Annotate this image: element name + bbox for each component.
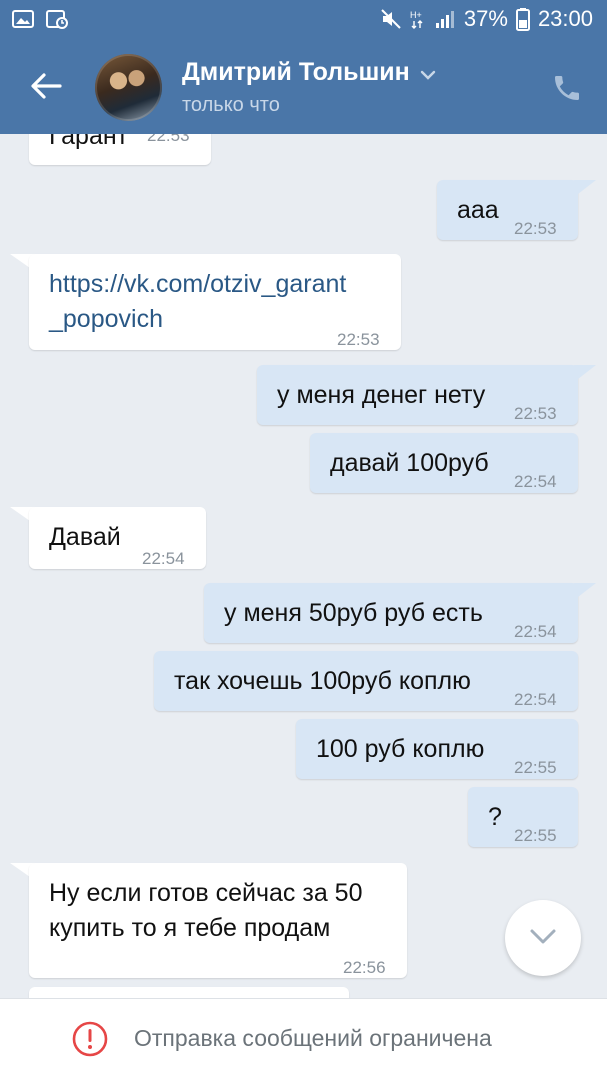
message-time: 22:54 xyxy=(142,549,185,568)
message-incoming[interactable]: https://vk.com/otziv_garant _popovich 22… xyxy=(29,254,401,350)
phone-icon[interactable] xyxy=(551,72,583,104)
chevron-down-icon xyxy=(420,58,436,87)
message-incoming[interactable] xyxy=(29,987,349,998)
exclamation-circle-icon xyxy=(72,1021,108,1057)
clock: 23:00 xyxy=(537,6,593,31)
mute-icon xyxy=(380,8,402,30)
message-time: 22:55 xyxy=(514,826,557,845)
message-link[interactable]: https://vk.com/otziv_garant _popovich xyxy=(49,270,346,333)
avatar[interactable] xyxy=(95,54,162,121)
chat-header: Дмитрий Тольшин только что xyxy=(0,40,607,134)
message-time: 22:55 xyxy=(514,758,557,777)
contact-status: только что xyxy=(182,94,280,116)
bubble-tail xyxy=(574,583,596,597)
message-time: 22:53 xyxy=(147,134,190,145)
battery-icon xyxy=(515,7,530,31)
gallery-notification-icon xyxy=(12,9,34,29)
message-text: у меня денег нету xyxy=(277,381,486,409)
message-time: 22:54 xyxy=(514,690,557,709)
message-text: купить то я тебе продам xyxy=(49,914,331,942)
svg-text:H+: H+ xyxy=(410,10,422,20)
message-outgoing[interactable]: у меня денег нету 22:53 xyxy=(257,365,578,425)
status-bar: H+ 37% 23:00 xyxy=(0,0,607,40)
arrow-left-icon[interactable] xyxy=(28,68,64,104)
chevron-down-icon xyxy=(529,928,557,951)
scroll-down-button[interactable] xyxy=(505,900,581,976)
bubble-tail xyxy=(574,180,596,194)
message-time: 22:54 xyxy=(514,622,557,641)
restriction-notice: Отправка сообщений ограничена xyxy=(134,1025,492,1051)
message-text: ? xyxy=(488,803,502,831)
message-text: Гарант xyxy=(49,134,129,150)
message-time: 22:53 xyxy=(514,404,557,423)
message-outgoing[interactable]: ааа 22:53 xyxy=(437,180,578,240)
message-outgoing[interactable]: так хочешь 100руб коплю 22:54 xyxy=(154,651,578,711)
network-hplus-icon: H+ xyxy=(410,8,426,30)
message-time: 22:53 xyxy=(514,219,557,238)
message-incoming[interactable]: Гарант 22:53 xyxy=(29,134,211,165)
screenshot-notification-icon xyxy=(46,9,68,29)
message-text: Ну если готов сейчас за 50 xyxy=(49,879,363,907)
battery-percent: 37% xyxy=(463,6,508,31)
message-time: 22:53 xyxy=(337,330,380,349)
message-text: Давай xyxy=(49,523,121,551)
message-text: 100 руб коплю xyxy=(316,735,485,763)
message-outgoing[interactable]: давай 100руб 22:54 xyxy=(310,433,578,493)
message-outgoing[interactable]: 100 руб коплю 22:55 xyxy=(296,719,578,779)
message-incoming[interactable]: Давай 22:54 xyxy=(29,507,206,569)
message-list[interactable]: Гарант 22:53 ааа 22:53 https://vk.com/ot… xyxy=(0,134,607,998)
message-time: 22:56 xyxy=(343,958,386,977)
message-text: ааа xyxy=(457,196,499,224)
message-time: 22:54 xyxy=(514,472,557,491)
message-text: у меня 50руб руб есть xyxy=(224,599,483,627)
message-incoming[interactable]: Ну если готов сейчас за 50 купить то я т… xyxy=(29,863,407,978)
messaging-restricted-bar: Отправка сообщений ограничена xyxy=(0,998,607,1081)
contact-name: Дмитрий Тольшин xyxy=(182,58,410,86)
message-outgoing[interactable]: ? 22:55 xyxy=(468,787,578,847)
signal-icon xyxy=(434,8,456,30)
contact-title[interactable]: Дмитрий Тольшин xyxy=(182,58,436,87)
message-outgoing[interactable]: у меня 50руб руб есть 22:54 xyxy=(204,583,578,643)
message-text: давай 100руб xyxy=(330,449,489,477)
message-text: так хочешь 100руб коплю xyxy=(174,667,471,695)
bubble-tail xyxy=(574,365,596,379)
